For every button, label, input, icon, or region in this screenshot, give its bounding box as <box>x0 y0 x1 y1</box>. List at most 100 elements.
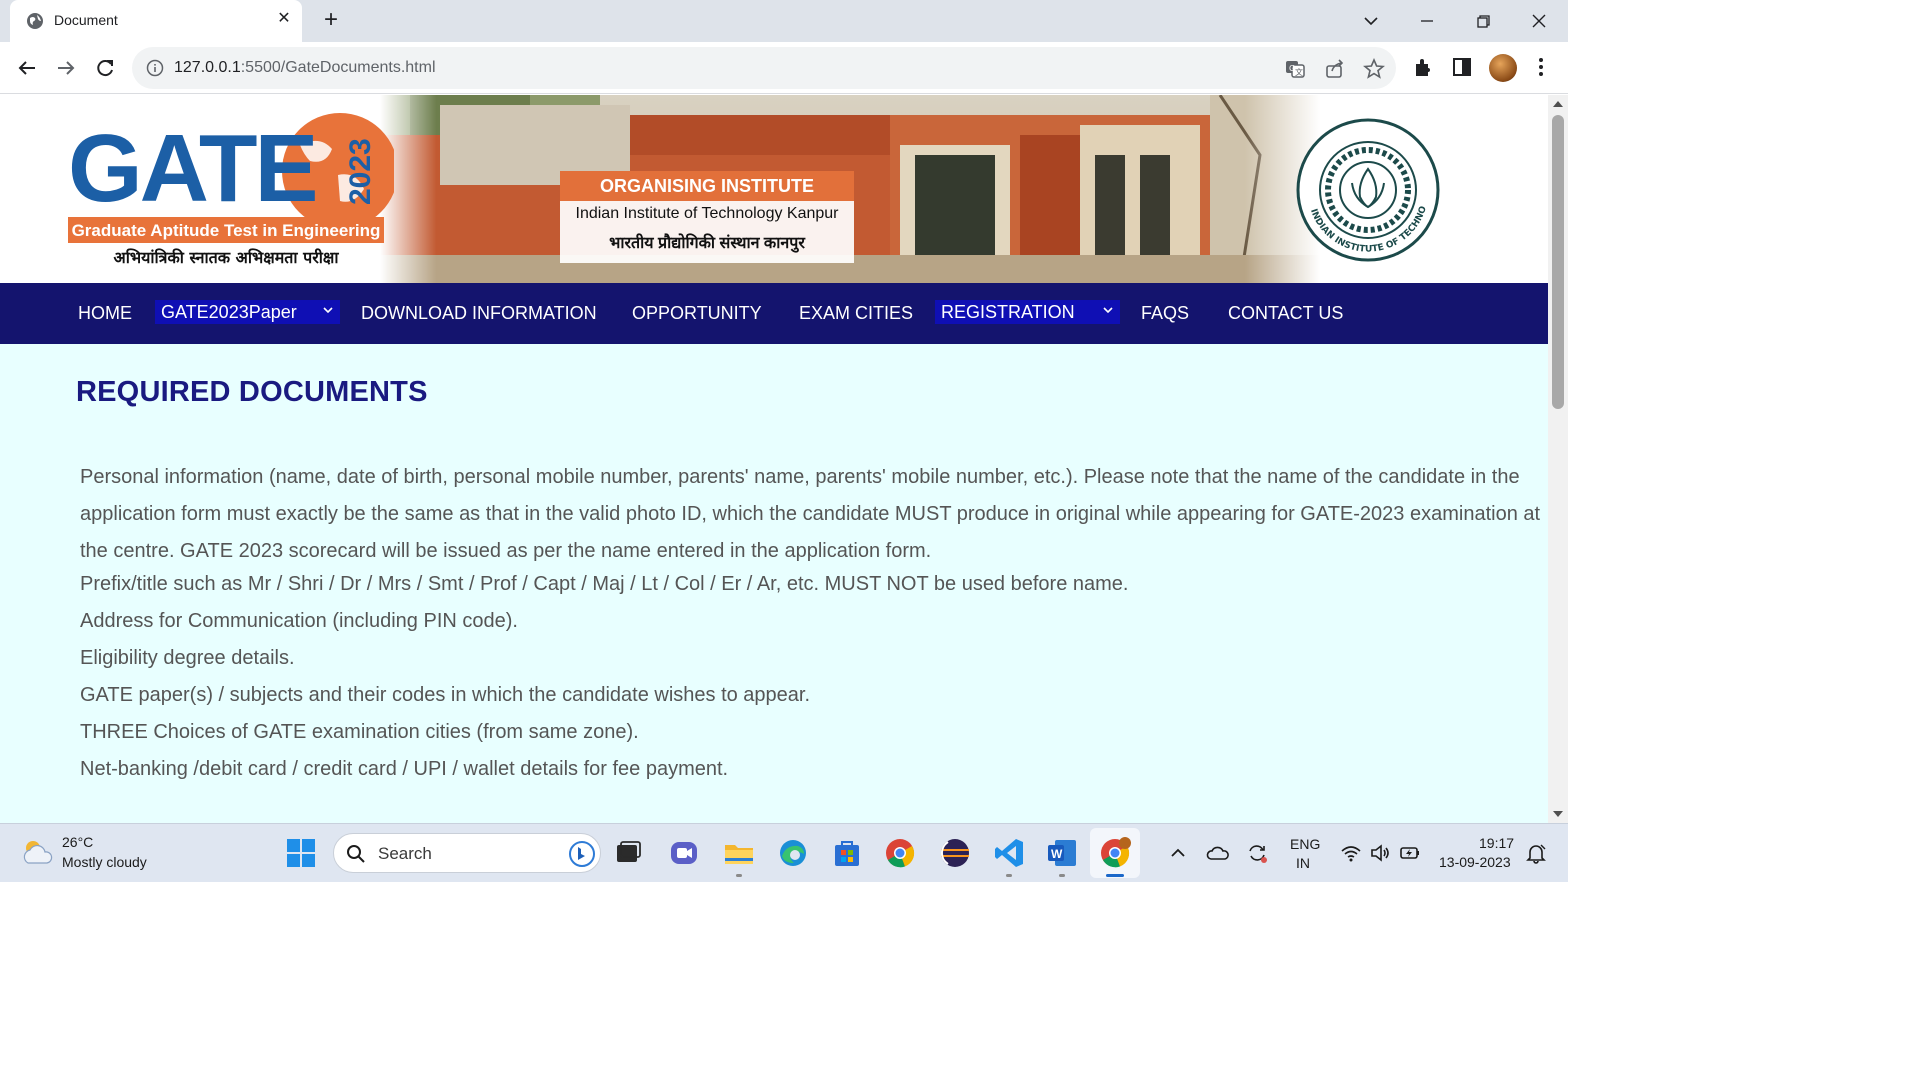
word-running-indicator <box>1059 874 1065 877</box>
menu-kebab-icon[interactable] <box>1529 55 1553 79</box>
file-explorer-running-indicator <box>736 874 742 877</box>
word-icon[interactable]: W <box>1045 836 1079 870</box>
chevron-down-icon <box>1103 307 1113 314</box>
wifi-icon[interactable] <box>1339 841 1363 865</box>
address-bar[interactable]: 127.0.0.1:5500/GateDocuments.html G文 <box>132 47 1396 89</box>
main-navbar: HOME GATE2023Paper DOWNLOAD INFORMATION … <box>0 283 1548 344</box>
browser-tab[interactable]: Document ✕ <box>10 0 302 42</box>
document-line-eligibility: Eligibility degree details. <box>80 647 295 669</box>
notification-bell-icon[interactable] <box>1524 841 1548 865</box>
document-line-cities: THREE Choices of GATE examination cities… <box>80 721 639 743</box>
teams-chat-icon[interactable] <box>667 836 701 870</box>
extensions-puzzle-icon[interactable] <box>1411 55 1435 79</box>
eclipse-ide-icon[interactable] <box>938 836 972 870</box>
task-view-icon[interactable] <box>611 836 645 870</box>
onedrive-cloud-icon[interactable] <box>1206 841 1230 865</box>
profile-avatar[interactable] <box>1489 54 1517 82</box>
vscode-icon[interactable] <box>992 836 1026 870</box>
tab-search-chevron-icon[interactable] <box>1356 6 1386 36</box>
taskbar-time[interactable]: 19:17 <box>1479 835 1514 851</box>
search-icon <box>347 845 365 863</box>
weather-temperature[interactable]: 26°C <box>62 834 93 850</box>
institute-name-hindi: भारतीय प्रौद्योगिकी संस्थान कानपुर <box>609 235 805 252</box>
share-icon[interactable] <box>1324 58 1346 80</box>
document-line-payment: Net-banking /debit card / credit card / … <box>80 758 729 780</box>
gate-paper-select[interactable]: GATE2023Paper <box>155 300 340 324</box>
taskbar-date[interactable]: 13-09-2023 <box>1439 854 1511 870</box>
scrollbar-thumb[interactable] <box>1552 115 1564 409</box>
document-line-address: Address for Communication (including PIN… <box>80 610 518 632</box>
nav-opportunity-link[interactable]: OPPORTUNITY <box>632 299 762 327</box>
forward-arrow-icon[interactable] <box>51 53 81 83</box>
restore-icon[interactable] <box>1468 6 1498 36</box>
chrome-active-indicator <box>1106 874 1124 877</box>
nav-contact-us-link[interactable]: CONTACT US <box>1228 299 1343 327</box>
edge-browser-icon[interactable] <box>776 836 810 870</box>
browser-tab-strip: Document ✕ + <box>0 0 1568 42</box>
globe-icon <box>27 13 43 29</box>
page-scrollbar[interactable] <box>1548 95 1568 823</box>
show-hidden-icons-chevron-icon[interactable] <box>1166 841 1190 865</box>
site-info-icon[interactable] <box>146 59 164 77</box>
bookmark-star-icon[interactable] <box>1363 58 1385 80</box>
gate-logo-hindi: अभियांत्रिकी स्नातक अभिक्षमता परीक्षा <box>113 248 339 267</box>
back-arrow-icon[interactable] <box>12 53 42 83</box>
reload-icon[interactable] <box>90 53 120 83</box>
nav-home-link[interactable]: HOME <box>78 299 132 327</box>
partly-cloudy-weather-icon[interactable] <box>20 837 54 867</box>
search-placeholder: Search <box>378 844 432 863</box>
new-tab-button[interactable]: + <box>318 8 344 34</box>
nav-download-information-link[interactable]: DOWNLOAD INFORMATION <box>361 299 597 327</box>
page-viewport: GATE 2023 Graduate Aptitude Test in Engi… <box>0 95 1548 823</box>
speaker-volume-icon[interactable] <box>1368 841 1392 865</box>
tab-title: Document <box>54 12 118 28</box>
taskbar-search-box[interactable]: Search <box>333 833 601 873</box>
scroll-down-arrow-icon[interactable] <box>1553 811 1563 817</box>
bing-chat-icon[interactable] <box>568 840 596 868</box>
browser-toolbar: 127.0.0.1:5500/GateDocuments.html G文 <box>0 42 1568 94</box>
scroll-up-arrow-icon[interactable] <box>1553 101 1563 107</box>
input-language[interactable]: ENG <box>1290 836 1320 852</box>
document-line-papers: GATE paper(s) / subjects and their codes… <box>80 684 811 706</box>
translate-icon[interactable]: G文 <box>1284 58 1306 80</box>
nav-exam-cities-link[interactable]: EXAM CITIES <box>799 299 913 327</box>
input-region[interactable]: IN <box>1296 855 1310 871</box>
svg-text:文: 文 <box>1295 67 1303 77</box>
nav-faqs-link[interactable]: FAQS <box>1141 299 1189 327</box>
windows-start-icon[interactable] <box>284 836 318 870</box>
gate-logo-text: GATE <box>68 115 316 222</box>
organising-institute-heading: ORGANISING INSTITUTE <box>560 171 854 201</box>
chrome-profile-icon[interactable] <box>1098 836 1132 870</box>
gate-2023-logo: GATE 2023 Graduate Aptitude Test in Engi… <box>68 113 394 267</box>
microsoft-store-icon[interactable] <box>830 836 864 870</box>
svg-text:W: W <box>1051 847 1063 861</box>
gate-logo-subtitle: Graduate Aptitude Test in Engineering <box>72 221 381 240</box>
registration-select-value: REGISTRATION <box>941 302 1075 322</box>
sync-icon[interactable] <box>1245 841 1269 865</box>
organising-institute-box: ORGANISING INSTITUTE Indian Institute of… <box>560 171 854 263</box>
chevron-down-icon <box>323 307 333 314</box>
document-line-prefix-title: Prefix/title such as Mr / Shri / Dr / Mr… <box>80 573 1129 595</box>
documents-content: REQUIRED DOCUMENTS Personal information … <box>0 344 1548 823</box>
registration-select[interactable]: REGISTRATION <box>935 300 1120 324</box>
gate-paper-select-value: GATE2023Paper <box>161 302 297 322</box>
url-text[interactable]: 127.0.0.1:5500/GateDocuments.html <box>174 59 436 77</box>
side-panel-icon[interactable] <box>1450 55 1474 79</box>
vscode-running-indicator <box>1006 874 1012 877</box>
page-title: REQUIRED DOCUMENTS <box>76 376 428 408</box>
minimize-icon[interactable] <box>1412 6 1442 36</box>
file-explorer-icon[interactable] <box>722 836 756 870</box>
header-banner: GATE 2023 Graduate Aptitude Test in Engi… <box>0 95 1548 283</box>
iit-kanpur-seal: INDIAN INSTITUTE OF TECHNOLOGY KANPUR <box>1288 117 1440 262</box>
url-path: :5500/GateDocuments.html <box>240 59 436 76</box>
tab-close-icon[interactable]: ✕ <box>274 9 294 29</box>
weather-description[interactable]: Mostly cloudy <box>62 854 147 870</box>
url-host: 127.0.0.1 <box>174 59 241 76</box>
institute-name-english: Indian Institute of Technology Kanpur <box>575 205 839 222</box>
gate-logo-year: 2023 <box>344 138 377 205</box>
chrome-icon[interactable] <box>883 836 917 870</box>
windows-taskbar: 26°C Mostly cloudy Search W ENG IN 19:17… <box>0 823 1568 882</box>
battery-charging-icon[interactable] <box>1398 841 1422 865</box>
close-window-icon[interactable] <box>1524 6 1554 36</box>
personal-info-paragraph: Personal information (name, date of birt… <box>80 466 1541 562</box>
